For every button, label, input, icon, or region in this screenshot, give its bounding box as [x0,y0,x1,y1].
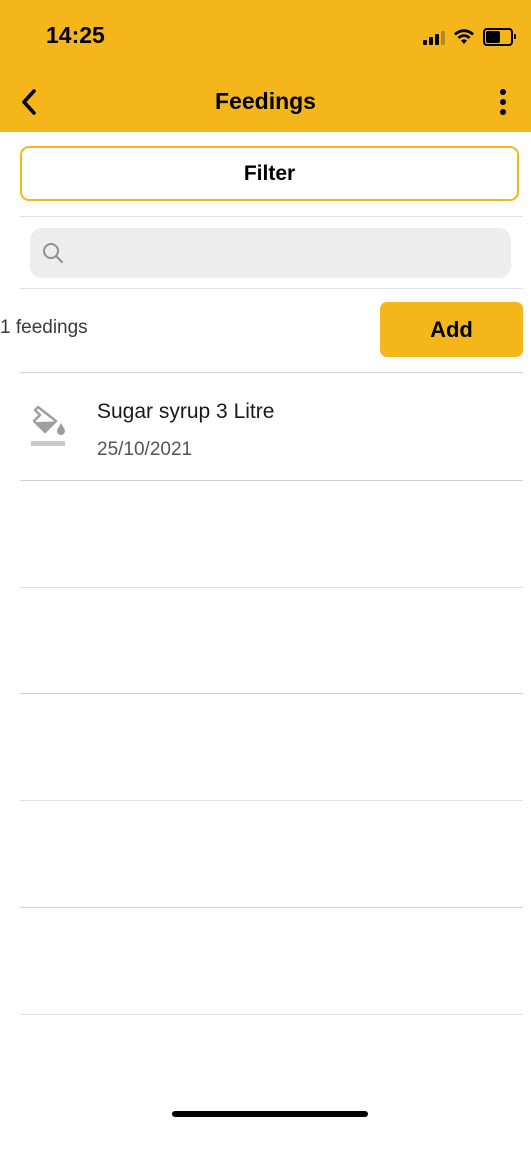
search-input[interactable] [72,241,511,265]
divider [20,800,523,801]
divider [20,693,523,694]
search-bar[interactable] [30,228,511,278]
search-icon [43,243,63,263]
divider [20,216,523,217]
paint-bucket-icon [31,405,65,446]
signal-icon [423,29,445,45]
filter-button[interactable]: Filter [20,146,519,201]
wifi-icon [454,29,474,44]
feedings-count: 1 feedings [0,317,88,338]
status-icons [423,28,516,46]
more-vertical-icon [500,89,506,95]
app-header: 14:25 Feedings [0,0,531,132]
more-menu-button[interactable] [491,84,515,120]
status-time: 14:25 [46,22,105,48]
divider [20,1014,523,1015]
divider [20,587,523,588]
divider [20,480,523,481]
list-item[interactable]: Sugar syrup 3 Litre 25/10/2021 [0,373,531,480]
battery-icon [483,28,516,46]
divider [20,288,523,289]
home-indicator [172,1111,368,1117]
feeding-date: 25/10/2021 [97,439,193,460]
add-button[interactable]: Add [380,302,523,357]
divider [20,907,523,908]
feeding-title: Sugar syrup 3 Litre [97,400,275,423]
page-title: Feedings [215,88,316,114]
